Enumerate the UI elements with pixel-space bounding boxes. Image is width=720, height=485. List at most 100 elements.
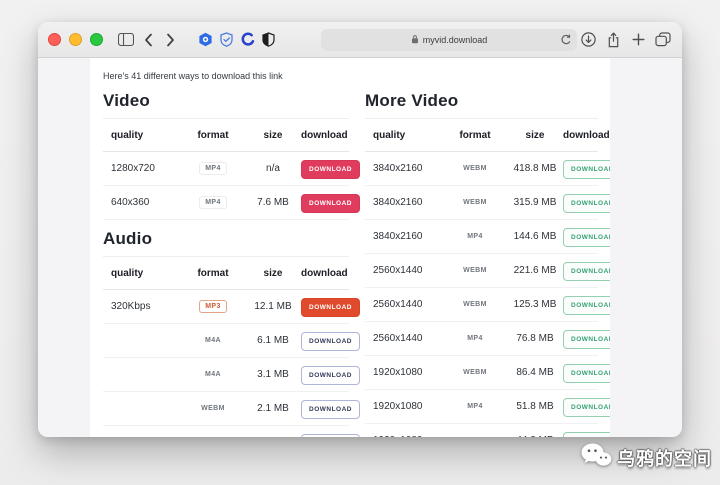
size-cell: 12.1 MB xyxy=(254,301,291,312)
left-column: Videoqualityformatsizedownload1280x720MP… xyxy=(103,82,349,437)
format-badge: WEBM xyxy=(463,199,487,206)
section-title-audio: Audio xyxy=(103,229,349,248)
column-header-size: size xyxy=(264,268,283,279)
table-columns: Videoqualityformatsizedownload1280x720MP… xyxy=(103,82,597,437)
column-header-quality: quality xyxy=(103,268,181,279)
format-badge: MP3 xyxy=(199,300,227,313)
quality-cell: 320Kbps xyxy=(103,301,181,312)
size-cell: 44.2 MB xyxy=(516,435,553,437)
extension-shield-check-icon[interactable] xyxy=(216,29,237,51)
size-cell: 418.8 MB xyxy=(514,163,557,174)
table-row: WEBM2.1 MBDOWNLOAD xyxy=(103,392,349,426)
download-button[interactable]: DOWNLOAD xyxy=(301,298,360,317)
column-header-format: format xyxy=(459,130,490,141)
sidebar-icon[interactable] xyxy=(115,29,137,51)
back-icon[interactable] xyxy=(137,29,159,51)
download-button[interactable]: DOWNLOAD xyxy=(301,434,360,437)
column-header-download: download xyxy=(301,130,355,141)
size-cell: 7.6 MB xyxy=(257,197,289,208)
quality-cell: 2560x1440 xyxy=(365,299,443,310)
table-header-row: qualityformatsizedownload xyxy=(103,256,349,290)
format-badge: MP4 xyxy=(199,162,227,175)
download-button[interactable]: DOWNLOAD xyxy=(563,398,610,417)
download-button[interactable]: DOWNLOAD xyxy=(301,400,360,419)
format-badge: MP4 xyxy=(467,233,483,240)
table-row: 1920x1080WEBM44.2 MBDOWNLOAD xyxy=(365,424,598,437)
toolbar-right-icons xyxy=(577,29,674,51)
traffic-lights xyxy=(48,33,103,46)
table-row: M4A2.0 MBDOWNLOAD xyxy=(103,426,349,437)
column-header-quality: quality xyxy=(103,130,181,141)
forward-icon[interactable] xyxy=(159,29,181,51)
new-tab-icon[interactable] xyxy=(627,29,649,51)
download-button[interactable]: DOWNLOAD xyxy=(563,160,610,179)
download-cell: DOWNLOAD xyxy=(301,330,360,351)
quality-cell: 640x360 xyxy=(103,197,181,208)
download-button[interactable]: DOWNLOAD xyxy=(563,296,610,315)
download-cell: DOWNLOAD xyxy=(301,296,360,317)
extension-shield-contrast-icon[interactable] xyxy=(258,29,279,51)
table-row: 2560x1440WEBM221.6 MBDOWNLOAD xyxy=(365,254,598,288)
size-cell: 2.1 MB xyxy=(257,403,289,414)
browser-window: myvid.download Here's 41 different ways … xyxy=(38,22,682,437)
download-button[interactable]: DOWNLOAD xyxy=(563,330,610,349)
browser-toolbar: myvid.download xyxy=(38,22,682,58)
watermark-text: 乌鸦的空间 xyxy=(617,445,712,471)
close-button[interactable] xyxy=(48,33,61,46)
download-cell: DOWNLOAD xyxy=(301,364,360,385)
wechat-icon xyxy=(580,442,612,474)
download-button[interactable]: DOWNLOAD xyxy=(301,332,360,351)
lock-icon xyxy=(411,34,419,46)
download-button[interactable]: DOWNLOAD xyxy=(563,194,610,213)
downloads-icon[interactable] xyxy=(577,29,599,51)
quality-cell: 3840x2160 xyxy=(365,197,443,208)
section-title-more-video: More Video xyxy=(365,91,598,110)
quality-cell: 2560x1440 xyxy=(365,333,443,344)
download-button[interactable]: DOWNLOAD xyxy=(563,364,610,383)
share-icon[interactable] xyxy=(602,29,624,51)
table-row: 3840x2160WEBM315.9 MBDOWNLOAD xyxy=(365,186,598,220)
quality-cell: 3840x2160 xyxy=(365,163,443,174)
download-button[interactable]: DOWNLOAD xyxy=(563,228,610,247)
format-badge: MP4 xyxy=(467,335,483,342)
address-bar[interactable]: myvid.download xyxy=(321,29,577,51)
download-cell: DOWNLOAD xyxy=(301,432,360,437)
table-row: 1920x1080MP451.8 MBDOWNLOAD xyxy=(365,390,598,424)
download-cell: DOWNLOAD xyxy=(563,260,610,281)
format-badge: MP4 xyxy=(467,403,483,410)
download-cell: DOWNLOAD xyxy=(563,396,610,417)
size-cell: 6.1 MB xyxy=(257,335,289,346)
table-row: 1920x1080WEBM86.4 MBDOWNLOAD xyxy=(365,356,598,390)
minimize-button[interactable] xyxy=(69,33,82,46)
column-header-size: size xyxy=(264,130,283,141)
table-row: M4A6.1 MBDOWNLOAD xyxy=(103,324,349,358)
column-header-size: size xyxy=(526,130,545,141)
column-header-quality: quality xyxy=(365,130,443,141)
table-row: 2560x1440WEBM125.3 MBDOWNLOAD xyxy=(365,288,598,322)
intro-text: Here's 41 different ways to download thi… xyxy=(103,58,597,82)
download-button[interactable]: DOWNLOAD xyxy=(301,160,360,179)
download-button[interactable]: DOWNLOAD xyxy=(301,194,360,213)
right-column: More Videoqualityformatsizedownload3840x… xyxy=(365,82,598,437)
extension-arc-icon[interactable] xyxy=(237,29,258,51)
size-cell: n/a xyxy=(266,163,280,174)
download-button[interactable]: DOWNLOAD xyxy=(301,366,360,385)
download-cell: DOWNLOAD xyxy=(301,192,360,213)
download-cell: DOWNLOAD xyxy=(301,158,360,179)
address-url: myvid.download xyxy=(423,35,488,45)
download-button[interactable]: DOWNLOAD xyxy=(563,262,610,281)
format-badge: M4A xyxy=(205,337,221,344)
size-cell: 76.8 MB xyxy=(516,333,553,344)
format-badge: WEBM xyxy=(463,369,487,376)
table-row: 640x360MP47.6 MBDOWNLOAD xyxy=(103,186,349,220)
web-content: Here's 41 different ways to download thi… xyxy=(38,58,682,437)
download-cell: DOWNLOAD xyxy=(301,398,360,419)
tab-overview-icon[interactable] xyxy=(652,29,674,51)
download-button[interactable]: DOWNLOAD xyxy=(563,432,610,437)
reload-icon[interactable] xyxy=(560,34,571,47)
size-cell: 315.9 MB xyxy=(514,197,557,208)
quality-cell: 3840x2160 xyxy=(365,231,443,242)
extension-hexagon-icon[interactable] xyxy=(195,29,216,51)
size-cell: 51.8 MB xyxy=(516,401,553,412)
zoom-button[interactable] xyxy=(90,33,103,46)
